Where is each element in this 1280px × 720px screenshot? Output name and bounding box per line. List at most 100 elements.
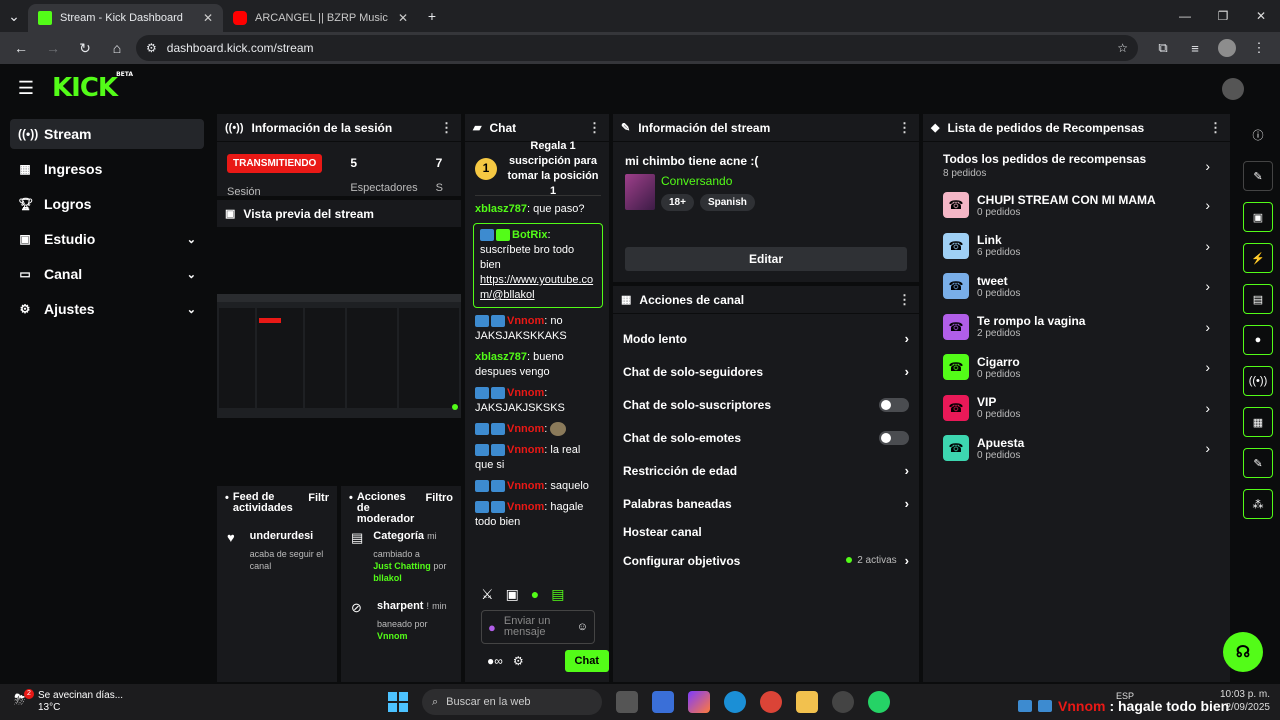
reward-row[interactable]: ☎ tweet 0 pedidos › <box>923 266 1230 307</box>
broadcast-icon[interactable]: ((•)) <box>1243 366 1273 396</box>
site-info-icon[interactable]: ⚙ <box>146 41 157 55</box>
chat-username[interactable]: Vnnom <box>507 444 544 456</box>
minimize-icon[interactable]: — <box>1166 0 1204 32</box>
weather-widget[interactable]: ⛈ 2 Se avecinan días... 13°C <box>0 689 280 714</box>
chat-username[interactable]: xblasz787 <box>475 351 527 363</box>
chat-username[interactable]: Vnnom <box>507 423 544 435</box>
reward-row[interactable]: ☎ CHUPI STREAM CON MI MAMA 0 pedidos › <box>923 185 1230 226</box>
capture-icon[interactable]: ▣ <box>1243 202 1273 232</box>
sidebar-item-logros[interactable]: 🏆︎ Logros <box>10 189 204 219</box>
emote-icon[interactable]: ▤ <box>551 586 564 603</box>
reward-row[interactable]: ☎ VIP 0 pedidos › <box>923 388 1230 429</box>
store-icon[interactable] <box>652 691 674 713</box>
maximize-icon[interactable]: ❐ <box>1204 0 1242 32</box>
more-options-icon[interactable]: ⋮ <box>898 120 911 136</box>
chat-username[interactable]: Vnnom <box>507 501 544 513</box>
community-icon[interactable]: ●∞ <box>487 654 503 668</box>
chat-settings-gear-icon[interactable]: ⚙ <box>513 654 524 668</box>
edge-icon[interactable] <box>724 691 746 713</box>
chat-username[interactable]: Vnnom <box>507 480 544 492</box>
profile-avatar[interactable] <box>1214 35 1240 61</box>
mod-action-title[interactable]: sharpent <box>377 600 423 612</box>
forward-icon[interactable]: → <box>40 35 66 61</box>
bookmark-star-icon[interactable]: ☆ <box>1117 41 1128 55</box>
windows-start-icon[interactable] <box>388 692 408 712</box>
browser-tab-active[interactable]: Stream - Kick Dashboard ✕ <box>28 4 223 32</box>
pinned-gift-banner[interactable]: 1 Regala 1 suscripción para tomar la pos… <box>475 140 601 197</box>
browser-menu-icon[interactable]: ⋮ <box>1246 35 1272 61</box>
emotes-only-toggle[interactable] <box>879 430 909 445</box>
home-icon[interactable]: ⌂ <box>104 35 130 61</box>
reload-icon[interactable]: ↻ <box>72 35 98 61</box>
reward-row[interactable]: ☎ Link 6 pedidos › <box>923 226 1230 267</box>
chat-username[interactable]: xblasz787 <box>475 203 527 215</box>
send-chat-button[interactable]: Chat <box>564 650 609 672</box>
close-window-icon[interactable]: ✕ <box>1242 0 1280 32</box>
tab-close-icon[interactable]: ✕ <box>203 11 213 25</box>
omnibox[interactable]: ⚙ dashboard.kick.com/stream ☆ <box>136 35 1138 61</box>
emoji-picker-icon[interactable]: ☺ <box>577 621 588 633</box>
channel-action-followers-only[interactable]: Chat de solo-seguidores › <box>613 355 919 388</box>
flash-icon[interactable]: ⚡ <box>1243 243 1273 273</box>
filter-button[interactable]: Filtr <box>308 492 329 504</box>
sidebar-item-stream[interactable]: ((•)) Stream <box>10 119 204 149</box>
chat-bubble-icon[interactable]: ● <box>1243 325 1273 355</box>
hamburger-menu-icon[interactable]: ☰ <box>0 64 52 112</box>
all-rewards-row[interactable]: Todos los pedidos de recompensas 8 pedid… <box>923 142 1230 179</box>
chat-username[interactable]: Vnnom <box>507 387 544 399</box>
edit-layout-pencil-icon[interactable]: ✎ <box>1243 161 1273 191</box>
filter-button[interactable]: Filtro <box>426 492 454 504</box>
browser-tab-youtube[interactable]: ARCANGEL || BZRP Music Sessi ✕ <box>223 4 418 32</box>
media-controls-icon[interactable]: ≡ <box>1182 35 1208 61</box>
category-name[interactable]: Conversando <box>661 174 755 188</box>
mod-action-user[interactable]: Vnnom <box>377 631 408 641</box>
more-options-icon[interactable]: ⋮ <box>588 120 601 136</box>
reward-row[interactable]: ☎ Cigarro 0 pedidos › <box>923 347 1230 388</box>
system-clock[interactable]: 10:03 p. m. 2/09/2025 <box>1220 688 1270 714</box>
mod-tools-icon[interactable]: ▦ <box>1243 407 1273 437</box>
chat-username[interactable]: Vnnom <box>507 315 544 327</box>
notes-icon[interactable]: ▤ <box>1243 284 1273 314</box>
mod-action-category[interactable]: Just Chatting <box>373 561 431 571</box>
channel-action-age-restriction[interactable]: Restricción de edad › <box>613 454 919 487</box>
new-tab-plus-icon[interactable]: + <box>418 2 446 30</box>
reward-row[interactable]: ☎ Te rompo la vagina 2 pedidos › <box>923 307 1230 348</box>
chat-username[interactable]: BotRix <box>512 229 547 241</box>
more-options-icon[interactable]: ⋮ <box>1209 120 1222 136</box>
whatsapp-icon[interactable] <box>868 691 890 713</box>
more-options-icon[interactable]: ⋮ <box>898 292 911 308</box>
channel-action-banned-words[interactable]: Palabras baneadas › <box>613 487 919 520</box>
sidebar-item-canal[interactable]: ▭ Canal ⌄ <box>10 259 204 289</box>
game-icon[interactable] <box>832 691 854 713</box>
chrome-icon[interactable] <box>760 691 782 713</box>
channel-action-goals[interactable]: Configurar objetivos 2 activas › <box>613 544 919 577</box>
reward-row[interactable]: ☎ Apuesta 0 pedidos › <box>923 428 1230 469</box>
sidebar-item-estudio[interactable]: ▣ Estudio ⌄ <box>10 224 204 254</box>
tab-close-icon[interactable]: ✕ <box>398 11 408 25</box>
mod-action-user[interactable]: bllakol <box>373 573 402 583</box>
stream-preview-video[interactable] <box>217 294 461 418</box>
file-explorer-icon[interactable] <box>796 691 818 713</box>
language-indicator[interactable]: ESP <box>1116 691 1134 701</box>
more-options-icon[interactable]: ⋮ <box>440 120 453 136</box>
info-icon[interactable]: ⓘ <box>1243 120 1273 150</box>
taskbar-search[interactable]: ⌕ Buscar en la web <box>422 689 602 715</box>
back-icon[interactable]: ← <box>8 35 34 61</box>
chat-input[interactable]: ● Enviar un mensaje ☺ <box>481 610 595 644</box>
task-view-icon[interactable] <box>616 691 638 713</box>
wrench-icon[interactable]: ✎ <box>1243 448 1273 478</box>
chat-link[interactable]: https://www.youtube.com/@bllakol <box>480 274 593 301</box>
support-headset-icon[interactable]: ☊ <box>1223 632 1263 672</box>
feed-user[interactable]: underurdesi <box>250 530 327 542</box>
emote-icon[interactable]: ▣ <box>506 586 519 603</box>
emote-icon[interactable]: ● <box>531 586 539 602</box>
channel-action-slow-mode[interactable]: Modo lento › <box>613 322 919 355</box>
tab-search-icon[interactable]: ⌄ <box>0 2 28 30</box>
emote-icon[interactable]: ⚔ <box>481 586 494 603</box>
user-avatar[interactable] <box>1222 78 1244 100</box>
channel-action-host[interactable]: Hostear canal <box>613 520 919 544</box>
sidebar-item-ingresos[interactable]: ▦ Ingresos <box>10 154 204 184</box>
subs-only-toggle[interactable] <box>879 397 909 412</box>
mic-icon[interactable]: ● <box>488 621 496 634</box>
extensions-icon[interactable]: ⧉ <box>1150 35 1176 61</box>
